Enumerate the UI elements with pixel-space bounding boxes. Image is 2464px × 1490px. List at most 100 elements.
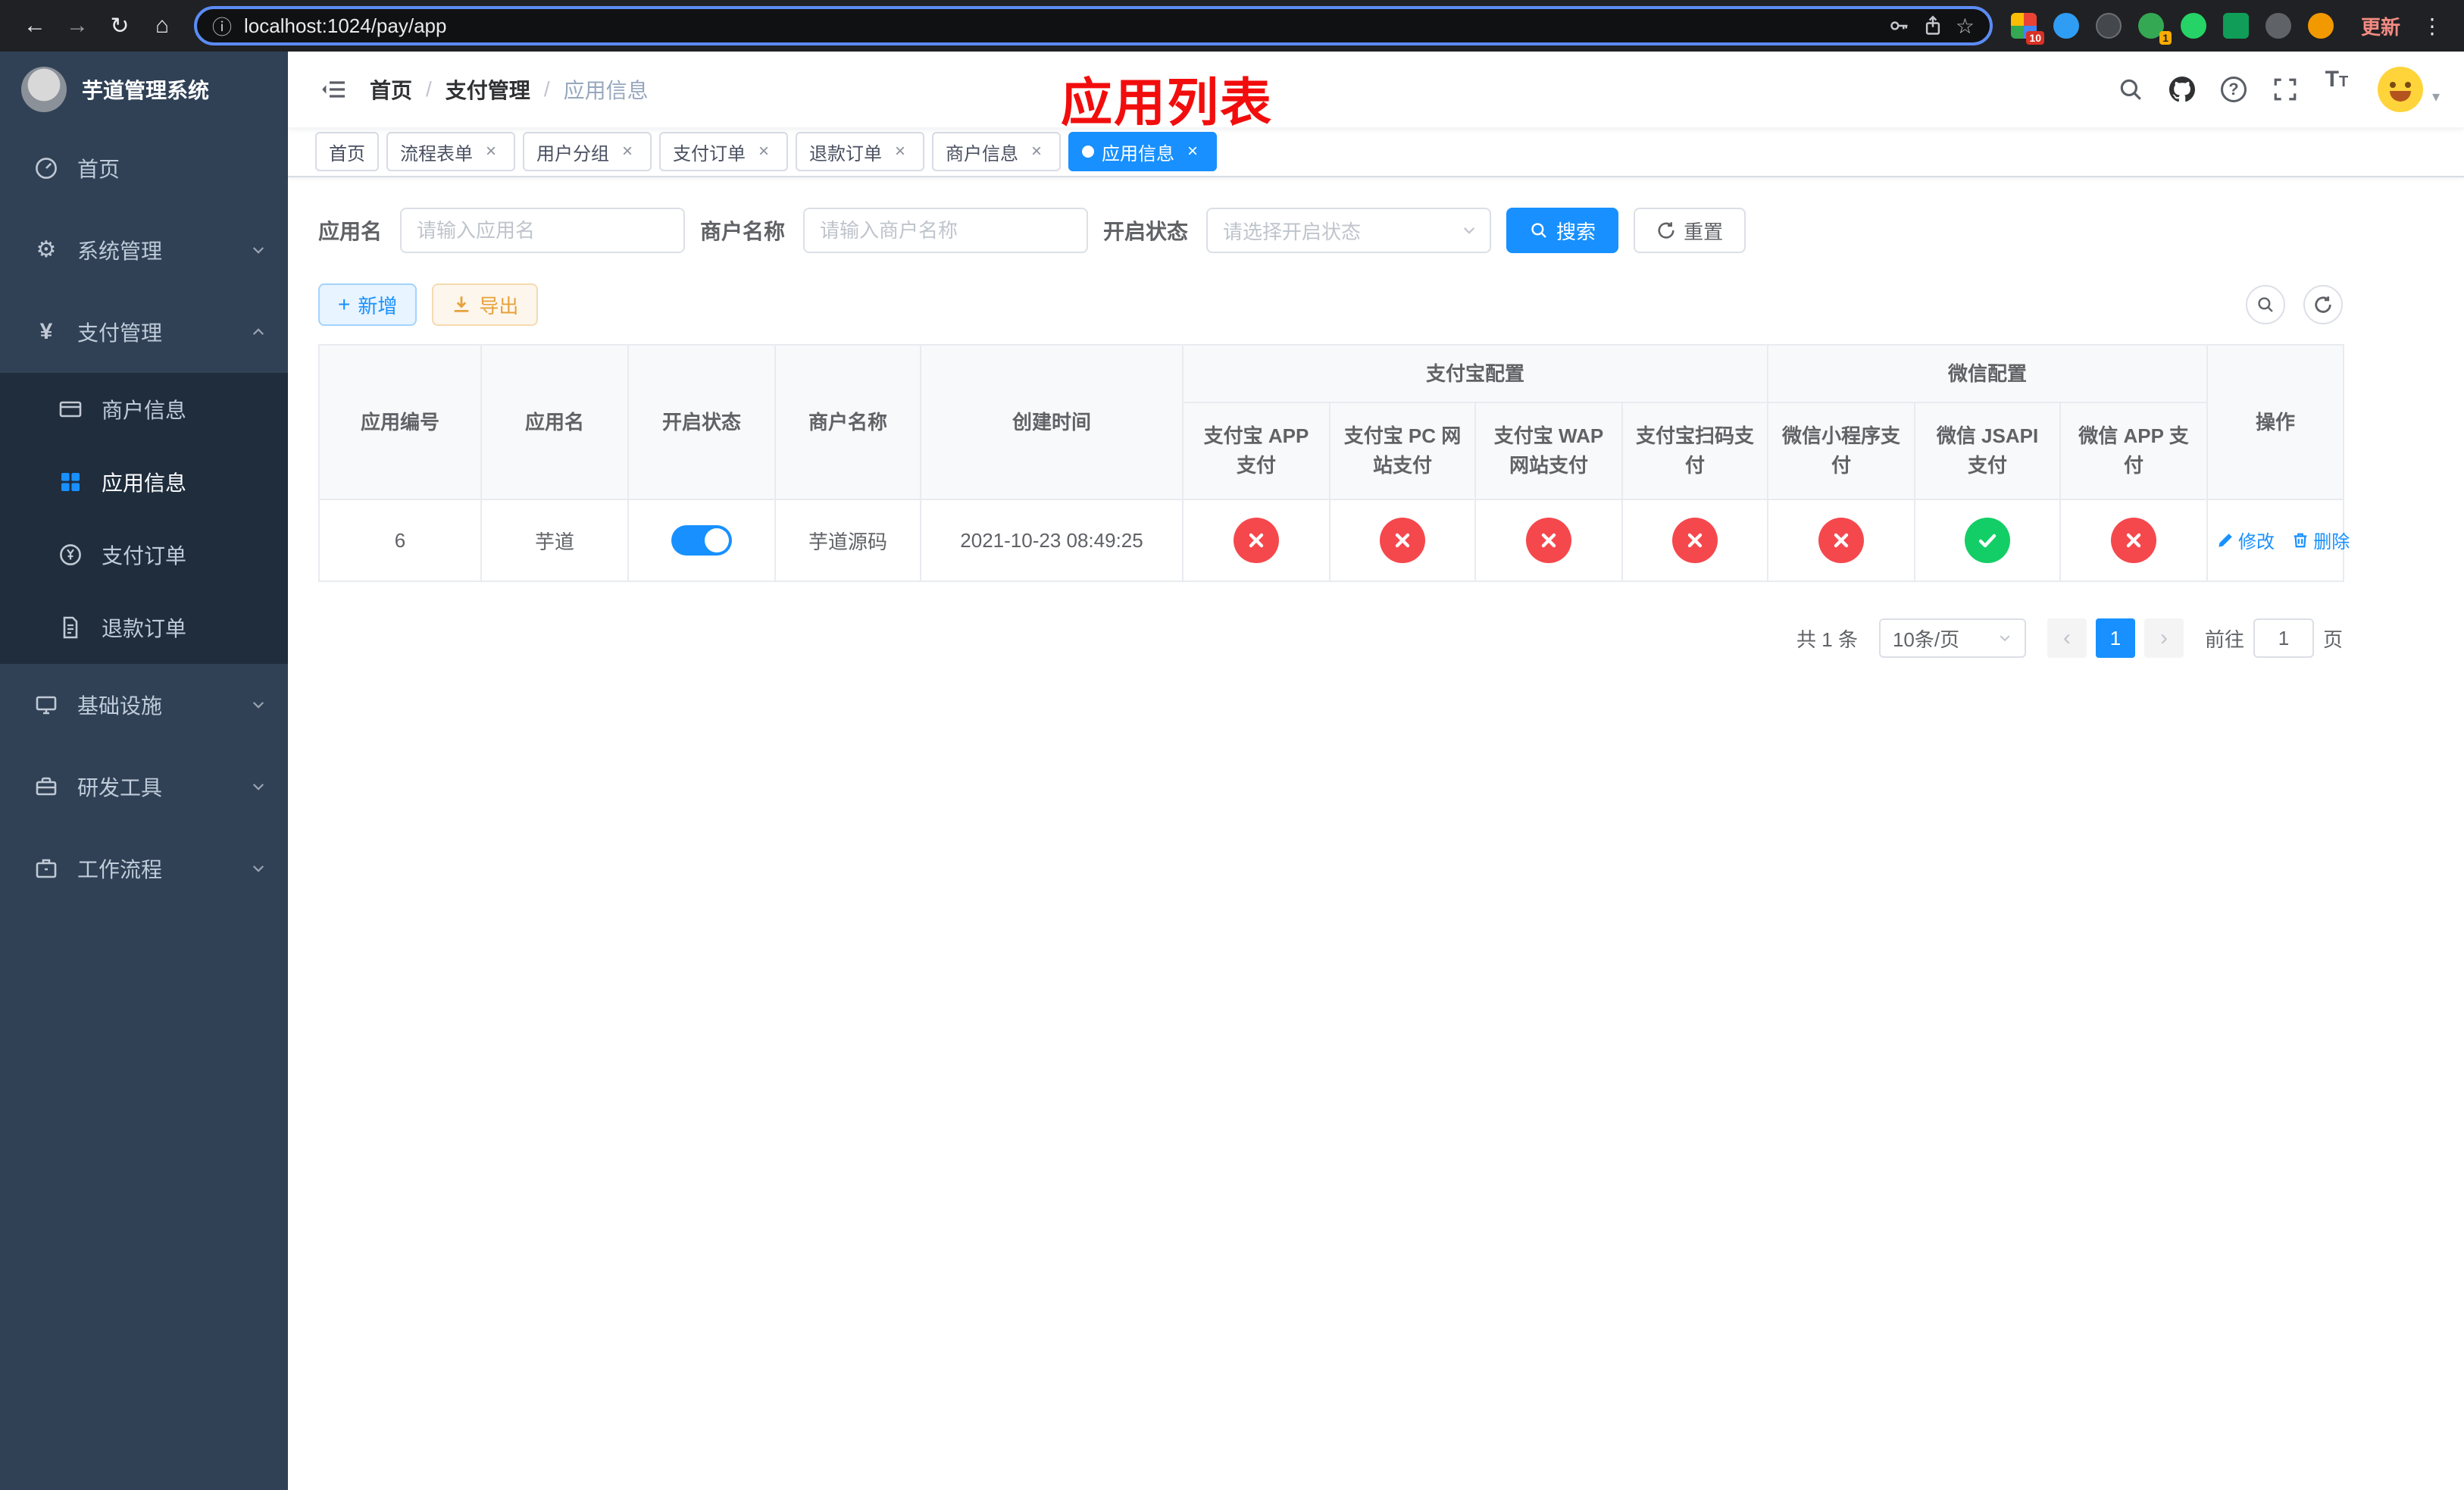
browser-home-icon[interactable]: ⌂ [142, 6, 182, 45]
sidebar-item-merchant-info[interactable]: 商户信息 [0, 373, 288, 446]
merchant-name-input[interactable] [803, 208, 1089, 253]
edit-link-label: 修改 [2238, 532, 2275, 553]
tab-label: 流程表单 [400, 143, 473, 164]
bookmark-star-icon[interactable]: ☆ [1956, 14, 1975, 39]
font-size-icon[interactable]: TT [2314, 67, 2359, 112]
tab-app-info[interactable]: 应用信息 × [1068, 132, 1217, 171]
active-tab-dot [1082, 146, 1094, 158]
browser-update-button[interactable]: 更新 [2349, 12, 2412, 40]
browser-forward-icon[interactable]: → [58, 6, 97, 45]
extension-apps-icon[interactable]: 10 [2010, 13, 2044, 45]
tab-home[interactable]: 首页 [315, 132, 379, 171]
reset-button-label: 重置 [1684, 220, 1724, 243]
github-icon[interactable] [2159, 67, 2205, 112]
app-name-label: 应用名 [318, 220, 383, 243]
tab-label: 退款订单 [809, 143, 882, 164]
extension-green-icon[interactable] [2180, 13, 2206, 39]
site-info-icon[interactable]: ⓘ [212, 12, 232, 40]
search-button[interactable]: 搜索 [1506, 208, 1619, 253]
extension-dark-icon[interactable] [2095, 13, 2122, 39]
tab-label: 商户信息 [946, 143, 1018, 164]
fullscreen-icon[interactable] [2262, 67, 2308, 112]
column-header: 创建时间 [920, 344, 1184, 500]
merchant-name-label: 商户名称 [700, 220, 786, 243]
extension-avatar-green-icon[interactable]: 1 [2137, 13, 2172, 45]
browser-back-icon[interactable]: ← [15, 6, 55, 45]
help-icon[interactable]: ? [2211, 67, 2256, 112]
wechat-jsapi-status-icon [1965, 518, 2011, 563]
app-logo: 芋道管理系统 [0, 52, 288, 127]
edit-link[interactable]: 修改 [2217, 527, 2275, 553]
goto-page-input[interactable] [2253, 618, 2314, 658]
tab-pay-order[interactable]: 支付订单 × [659, 132, 788, 171]
tab-process-form[interactable]: 流程表单 × [386, 132, 515, 171]
extension-badge: 10 [2026, 31, 2044, 45]
close-icon[interactable]: × [480, 141, 502, 162]
next-page-button[interactable]: › [2143, 618, 2184, 658]
add-button[interactable]: + 新增 [318, 283, 417, 326]
column-header: 微信 APP 支付 [2059, 402, 2209, 500]
column-header: 商户名称 [774, 344, 921, 500]
column-header: 应用编号 [318, 344, 482, 500]
wechat-app-status-icon [2111, 518, 2157, 563]
reset-button[interactable]: 重置 [1634, 208, 1746, 253]
extension-avatar-orange-icon[interactable] [2307, 13, 2334, 39]
chevron-down-icon [250, 696, 267, 713]
tab-refund-order[interactable]: 退款订单 × [796, 132, 924, 171]
refresh-table-icon[interactable] [2303, 285, 2343, 324]
tags-view: 首页 流程表单 × 用户分组 × 支付订单 × 退款订单 × 商户信息 × 应用信息 × [288, 127, 2464, 177]
page-number-1[interactable]: 1 [2095, 618, 2135, 658]
close-icon[interactable]: × [890, 141, 911, 162]
app-name-input[interactable] [400, 208, 686, 253]
sidebar-item-workflow[interactable]: 工作流程 [0, 828, 288, 909]
extension-book-icon[interactable] [2222, 13, 2249, 39]
sidebar-item-payment[interactable]: ¥ 支付管理 [0, 291, 288, 373]
sidebar-item-pay-order[interactable]: 支付订单 [0, 518, 288, 591]
chevron-down-icon [250, 242, 267, 258]
sidebar-item-system[interactable]: ⚙ 系统管理 [0, 209, 288, 291]
user-avatar[interactable] [2377, 67, 2423, 112]
close-icon[interactable]: × [1182, 141, 1203, 162]
status-select[interactable]: 请选择开启状态 [1206, 208, 1492, 253]
search-icon[interactable] [2108, 67, 2153, 112]
status-label: 开启状态 [1103, 220, 1189, 243]
close-icon[interactable]: × [617, 141, 638, 162]
delete-link[interactable]: 删除 [2292, 527, 2350, 553]
cell-app-id: 6 [318, 499, 482, 582]
share-icon[interactable] [1922, 15, 1943, 36]
breadcrumb-home[interactable]: 首页 [370, 74, 412, 105]
breadcrumb-payment[interactable]: 支付管理 [446, 74, 530, 105]
extension-drop-icon[interactable] [2053, 13, 2079, 39]
alipay-wap-status-icon [1526, 518, 1571, 563]
password-key-icon[interactable] [1889, 15, 1910, 36]
document-icon [58, 615, 83, 640]
tab-label: 首页 [329, 143, 365, 164]
briefcase-icon [33, 856, 59, 881]
sidebar-item-label: 支付订单 [102, 544, 187, 568]
sidebar-item-dev-tools[interactable]: 研发工具 [0, 746, 288, 828]
sidebar-item-infrastructure[interactable]: 基础设施 [0, 664, 288, 746]
sidebar-item-app-info[interactable]: 应用信息 [0, 446, 288, 518]
export-button[interactable]: 导出 [432, 283, 539, 326]
export-button-label: 导出 [479, 294, 519, 318]
page-size-select[interactable]: 10条/页 [1878, 618, 2026, 658]
tab-merchant-info[interactable]: 商户信息 × [932, 132, 1061, 171]
toggle-search-icon[interactable] [2246, 285, 2285, 324]
extensions-puzzle-icon[interactable] [2265, 13, 2291, 39]
browser-menu-icon[interactable]: ⋮ [2416, 14, 2449, 39]
close-icon[interactable]: × [1026, 141, 1047, 162]
address-bar[interactable]: ⓘ localhost:1024/pay/app ☆ [194, 6, 1993, 45]
tab-user-group[interactable]: 用户分组 × [523, 132, 652, 171]
close-icon[interactable]: × [753, 141, 774, 162]
browser-chrome: ← → ↻ ⌂ ⓘ localhost:1024/pay/app ☆ 10 1 … [0, 0, 2464, 52]
enable-toggle[interactable] [671, 525, 732, 556]
sidebar-item-refund-order[interactable]: 退款订单 [0, 591, 288, 664]
app-table: 应用编号 应用名 开启状态 商户名称 创建时间 支付宝配置 微信配置 操作 支付… [318, 344, 2350, 582]
prev-page-button[interactable]: ‹ [2047, 618, 2087, 658]
sidebar-item-home[interactable]: 首页 [0, 127, 288, 209]
column-header: 应用名 [480, 344, 629, 500]
toolbar: + 新增 导出 [318, 283, 2343, 326]
sidebar-fold-icon[interactable] [312, 68, 355, 111]
group-header-wechat: 微信配置 [1767, 344, 2209, 403]
browser-reload-icon[interactable]: ↻ [100, 6, 139, 45]
